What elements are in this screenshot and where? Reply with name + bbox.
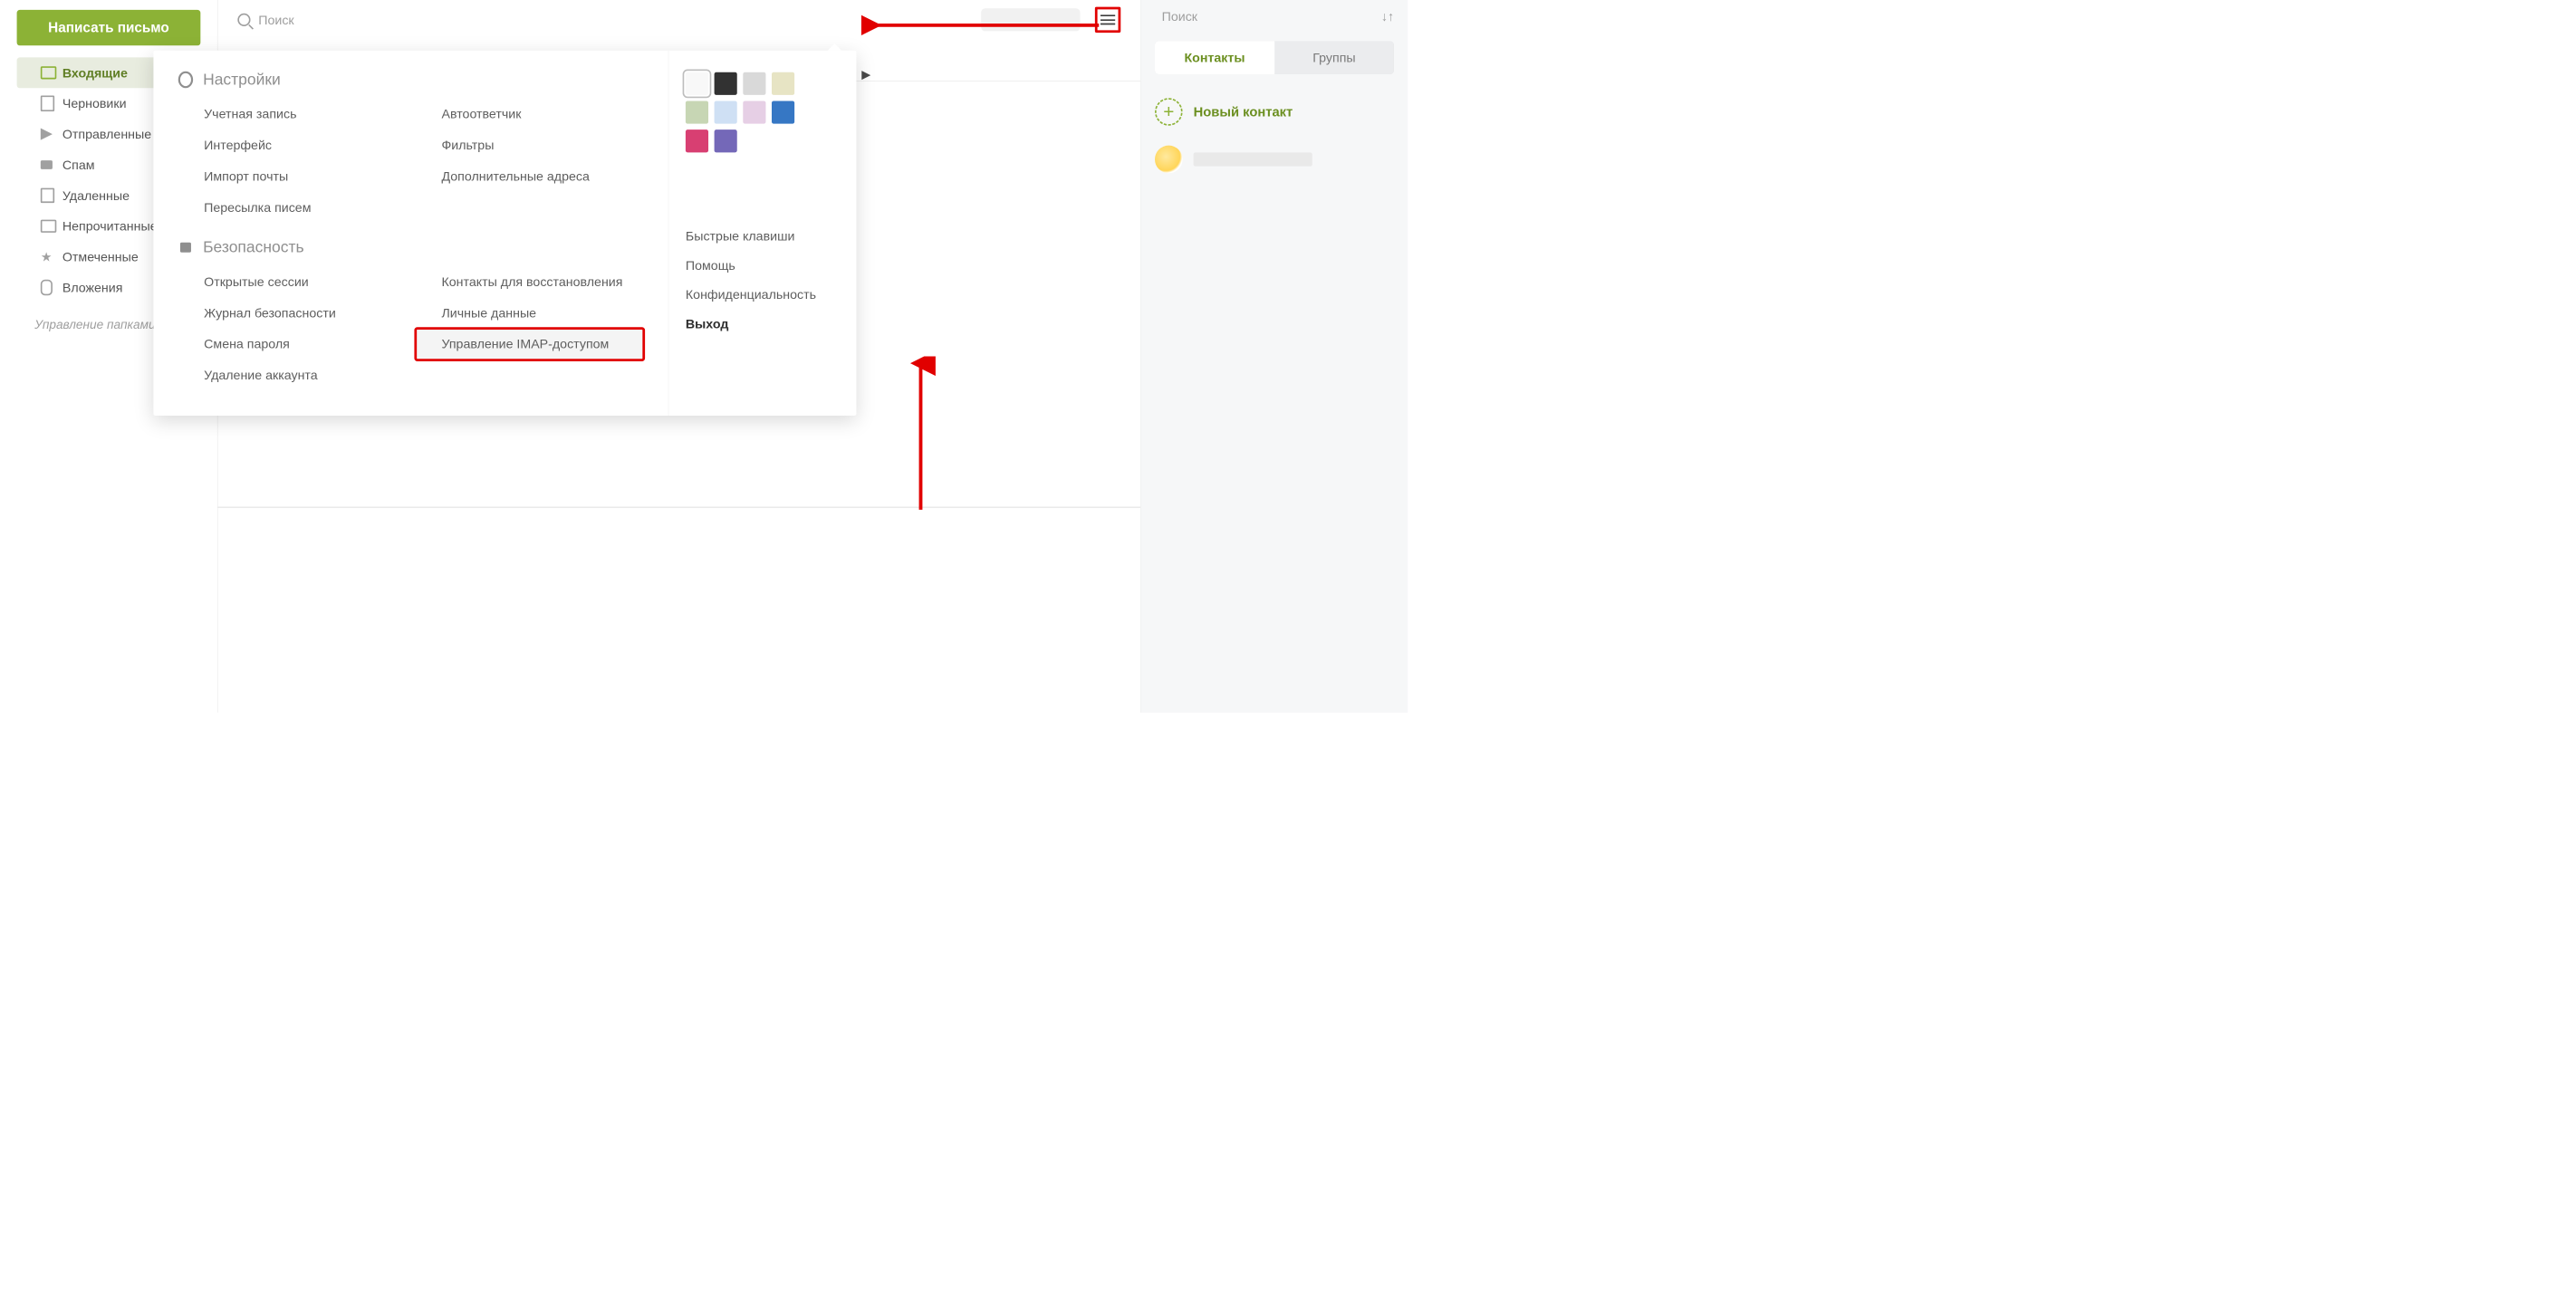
sidebar-item-label: Входящие [62,65,128,81]
theme-swatch[interactable] [772,101,794,123]
sidebar-item-label: Отправленные [62,127,151,142]
sidebar-item-label: Вложения [62,280,123,295]
settings-import[interactable]: Импорт почты [178,161,406,192]
sidebar-item-label: Черновики [62,96,127,111]
security-section-header: Безопасность [178,238,644,256]
settings-aliases[interactable]: Дополнительные адреса [416,161,643,192]
topbar: Поиск [217,0,1140,30]
sidebar-item-label: Непрочитанные [62,218,158,234]
theme-swatch[interactable] [715,72,737,95]
security-log[interactable]: Журнал безопасности [178,297,406,328]
security-password[interactable]: Смена пароля [178,329,406,360]
sent-icon [41,129,62,140]
theme-swatch[interactable] [743,101,765,123]
tab-contacts[interactable]: Контакты [1155,41,1274,74]
right-panel: Поиск ↓↑ Контакты Группы + Новый контакт [1140,0,1408,713]
sidebar-item-label: Спам [62,158,95,173]
theme-swatch[interactable] [686,72,708,95]
new-contact-label: Новый контакт [1194,104,1293,120]
search-icon [237,14,250,26]
settings-dropdown: Настройки Учетная запись Интерфейс Импор… [153,51,856,416]
contacts-search[interactable]: Поиск [1155,9,1373,24]
tab-groups[interactable]: Группы [1274,41,1394,74]
contact-avatar [1155,146,1183,174]
contact-row[interactable] [1155,146,1394,174]
star-icon [41,251,62,264]
contact-name-placeholder [1194,152,1312,166]
theme-swatch[interactable] [715,129,737,152]
draft-icon [41,95,62,110]
collapse-right-panel[interactable]: ▶ [861,67,870,82]
attachment-icon [41,280,62,295]
sort-icon[interactable]: ↓↑ [1381,9,1394,24]
theme-swatch[interactable] [715,101,737,123]
security-recovery[interactable]: Контакты для восстановления [416,266,643,297]
hamburger-menu-button[interactable] [1095,7,1120,33]
theme-swatch[interactable] [686,129,708,152]
link-privacy[interactable]: Конфиденциальность [686,280,840,309]
settings-forwarding[interactable]: Пересылка писем [178,192,406,223]
contacts-search-placeholder: Поиск [1162,9,1197,24]
right-tabs: Контакты Группы [1155,41,1394,74]
settings-autoresponder[interactable]: Автоответчик [416,99,643,129]
gear-icon [178,72,193,87]
theme-swatches [686,72,814,153]
link-help[interactable]: Помощь [686,251,840,280]
annotation-arrow-bottom [906,356,936,514]
sidebar-item-label: Удаленные [62,187,130,203]
security-personal[interactable]: Личные данные [416,297,643,328]
new-contact-button[interactable]: + Новый контакт [1155,98,1394,126]
search-placeholder: Поиск [258,12,293,27]
settings-account[interactable]: Учетная запись [178,99,406,129]
settings-filters[interactable]: Фильтры [416,129,643,160]
unread-icon [41,220,62,233]
plus-icon: + [1155,98,1183,126]
main-area: Поиск Переслать Удалить Спам! [217,0,1140,713]
account-avatar[interactable] [981,8,1080,31]
theme-swatch[interactable] [772,72,794,95]
lock-icon [178,240,193,254]
settings-section-header: Настройки [178,71,644,89]
inbox-icon [41,66,62,79]
hamburger-icon [1101,14,1115,24]
link-shortcuts[interactable]: Быстрые клавиши [686,222,840,251]
theme-swatch[interactable] [686,101,708,123]
search-box[interactable]: Поиск [237,12,293,27]
security-sessions[interactable]: Открытые сессии [178,266,406,297]
spam-icon [41,160,62,169]
trash-icon [41,188,62,203]
security-imap[interactable]: Управление IMAP-доступом [416,329,643,360]
security-delete-account[interactable]: Удаление аккаунта [178,360,406,390]
theme-swatch[interactable] [743,72,765,95]
link-logout[interactable]: Выход [686,310,840,339]
compose-button[interactable]: Написать письмо [17,10,201,45]
settings-interface[interactable]: Интерфейс [178,129,406,160]
sidebar-item-label: Отмеченные [62,249,139,264]
